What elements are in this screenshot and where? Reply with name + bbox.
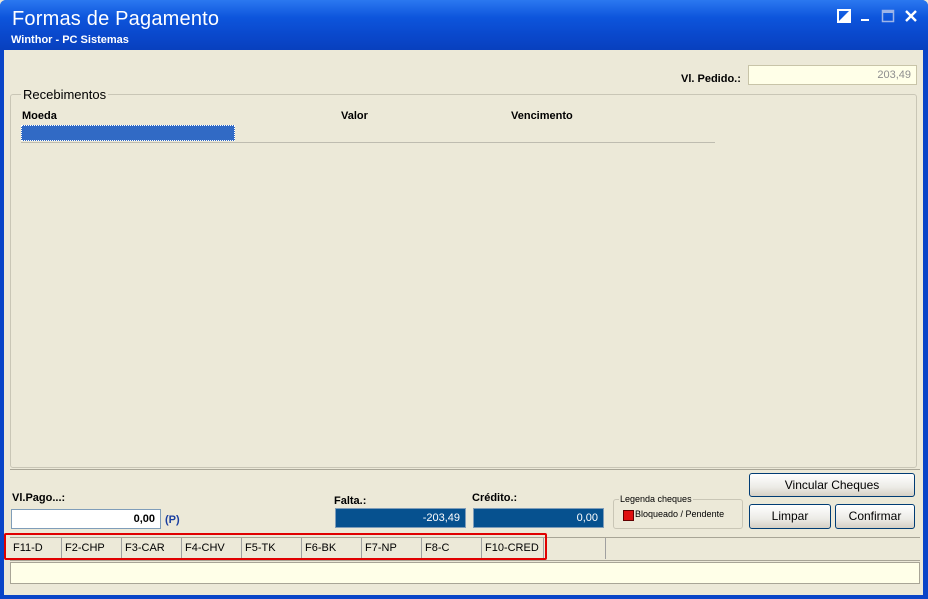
highlight-box <box>4 533 547 560</box>
help-icon[interactable] <box>836 9 852 25</box>
close-icon[interactable] <box>903 9 919 25</box>
column-header-vencimento[interactable]: Vencimento <box>511 110 573 122</box>
title-bar[interactable]: Formas de Pagamento Winthor - PC Sistema… <box>0 0 928 50</box>
grid-row-divider <box>21 142 715 143</box>
credito-field: 0,00 <box>473 508 604 528</box>
vl-pedido-field: 203,49 <box>748 65 917 85</box>
divider <box>10 469 920 470</box>
credito-label: Crédito.: <box>472 492 518 504</box>
recebimentos-group: Recebimentos Moeda Valor Vencimento <box>10 87 917 468</box>
selected-row-cell[interactable] <box>21 125 235 141</box>
legenda-title: Legenda cheques <box>619 494 693 504</box>
status-bar <box>10 562 920 584</box>
vl-pago-suffix: (P) <box>165 514 180 526</box>
shortcut-empty-slot <box>544 538 606 559</box>
legenda-item: Bloqueado / Pendente <box>635 509 725 519</box>
app-window: Formas de Pagamento Winthor - PC Sistema… <box>0 0 928 599</box>
vl-pago-input[interactable]: 0,00 <box>11 509 161 529</box>
falta-label: Falta.: <box>334 495 367 507</box>
bloqueado-swatch-icon <box>623 510 634 521</box>
recebimentos-title: Recebimentos <box>21 87 109 102</box>
column-header-moeda[interactable]: Moeda <box>22 110 57 122</box>
vincular-cheques-button[interactable]: Vincular Cheques <box>749 473 915 497</box>
maximize-icon[interactable] <box>880 9 896 25</box>
client-area: Vl. Pedido.: 203,49 Recebimentos Moeda V… <box>4 50 923 595</box>
legenda-group: Legenda cheques Bloqueado / Pendente <box>613 494 743 529</box>
limpar-button[interactable]: Limpar <box>749 504 831 529</box>
minimize-icon[interactable] <box>858 9 874 25</box>
window-title: Formas de Pagamento <box>12 8 220 30</box>
vl-pedido-label: Vl. Pedido.: <box>681 73 741 85</box>
confirmar-button[interactable]: Confirmar <box>835 504 915 529</box>
column-header-valor[interactable]: Valor <box>341 110 368 122</box>
window-subtitle: Winthor - PC Sistemas <box>11 34 129 46</box>
vl-pago-label: Vl.Pago...: <box>12 492 66 504</box>
falta-field: -203,49 <box>335 508 466 528</box>
